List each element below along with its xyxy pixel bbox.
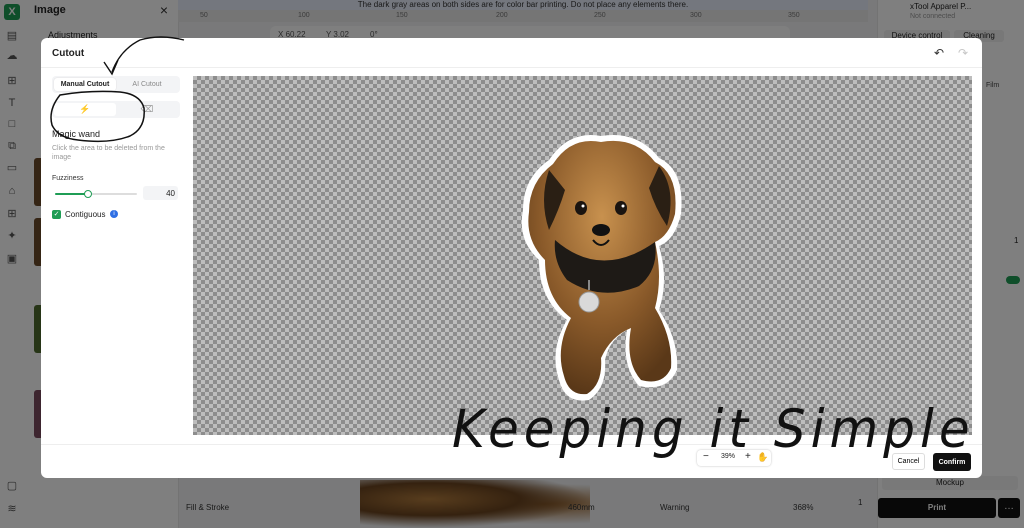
slider-handle[interactable] [83, 190, 92, 198]
fuzziness-label: Fuzziness [52, 175, 84, 182]
slider-fill [55, 193, 88, 195]
magic-wand-button[interactable]: ⚡ [54, 103, 116, 116]
magic-wand-icon: ⚡ [79, 104, 91, 114]
undo-icon[interactable]: ↶ [934, 46, 944, 60]
fuzziness-slider[interactable] [55, 190, 137, 198]
handwritten-caption: Keeping it Simple [452, 398, 975, 460]
dialog-title: Cutout [52, 48, 85, 59]
cutout-preview-canvas[interactable]: − 39% + ✋ [193, 76, 972, 466]
fuzziness-input[interactable] [143, 186, 178, 200]
contiguous-checkbox[interactable]: ✓ [52, 210, 61, 219]
tool-heading: Magic wand [52, 129, 101, 139]
tab-manual-cutout[interactable]: Manual Cutout [54, 78, 116, 91]
eraser-button[interactable]: ⌫ [116, 103, 178, 116]
tab-ai-cutout[interactable]: AI Cutout [116, 78, 178, 91]
dog-cutout-image [521, 134, 682, 401]
divider [41, 67, 982, 68]
info-icon[interactable]: i [110, 210, 118, 218]
redo-icon[interactable]: ↷ [958, 46, 968, 60]
contiguous-label[interactable]: Contiguous [65, 210, 105, 219]
cutout-mode-tabs: Manual Cutout AI Cutout [52, 76, 180, 93]
cutout-tool-switch: ⚡ ⌫ [52, 101, 180, 118]
tool-description: Click the area to be deleted from the im… [52, 145, 165, 161]
eraser-icon: ⌫ [140, 104, 154, 114]
